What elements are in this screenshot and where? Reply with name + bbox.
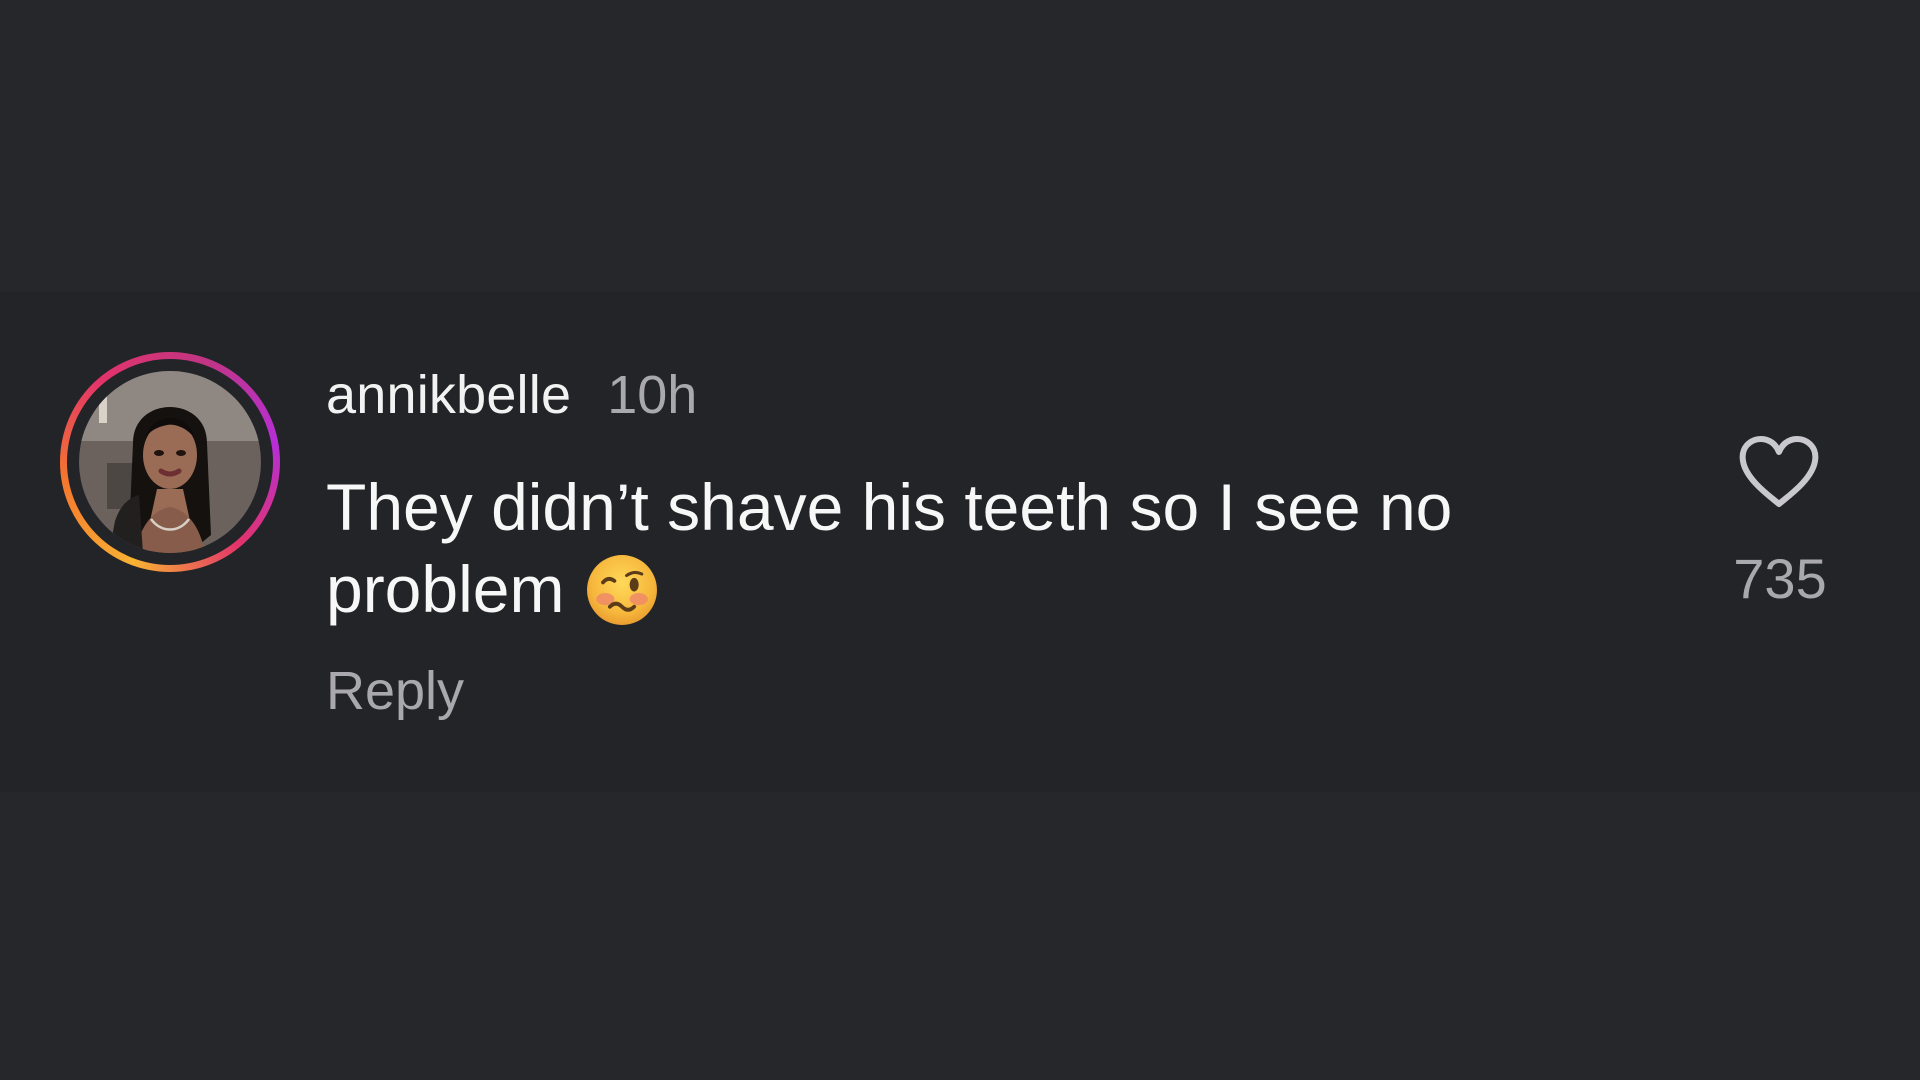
comment-screen: annikbelle 10h They didn’t shave his tee… <box>0 0 1920 1080</box>
comment-username[interactable]: annikbelle <box>326 364 571 426</box>
like-count: 735 <box>1733 547 1827 610</box>
comment-timestamp: 10h <box>607 365 698 425</box>
comment-item: annikbelle 10h They didn’t shave his tee… <box>0 0 1920 1080</box>
heart-outline-icon[interactable] <box>1736 432 1822 512</box>
comment-meta: annikbelle 10h <box>326 362 697 428</box>
woozy-face-emoji <box>587 554 658 625</box>
avatar[interactable] <box>79 371 261 553</box>
avatar-frame <box>67 359 273 565</box>
comment-text-container: They didn’t shave his teeth so I see no … <box>326 466 1566 630</box>
comment-text: They didn’t shave his teeth so I see no … <box>326 470 1453 626</box>
avatar-story-ring[interactable] <box>60 352 280 572</box>
reply-button[interactable]: Reply <box>326 660 464 722</box>
